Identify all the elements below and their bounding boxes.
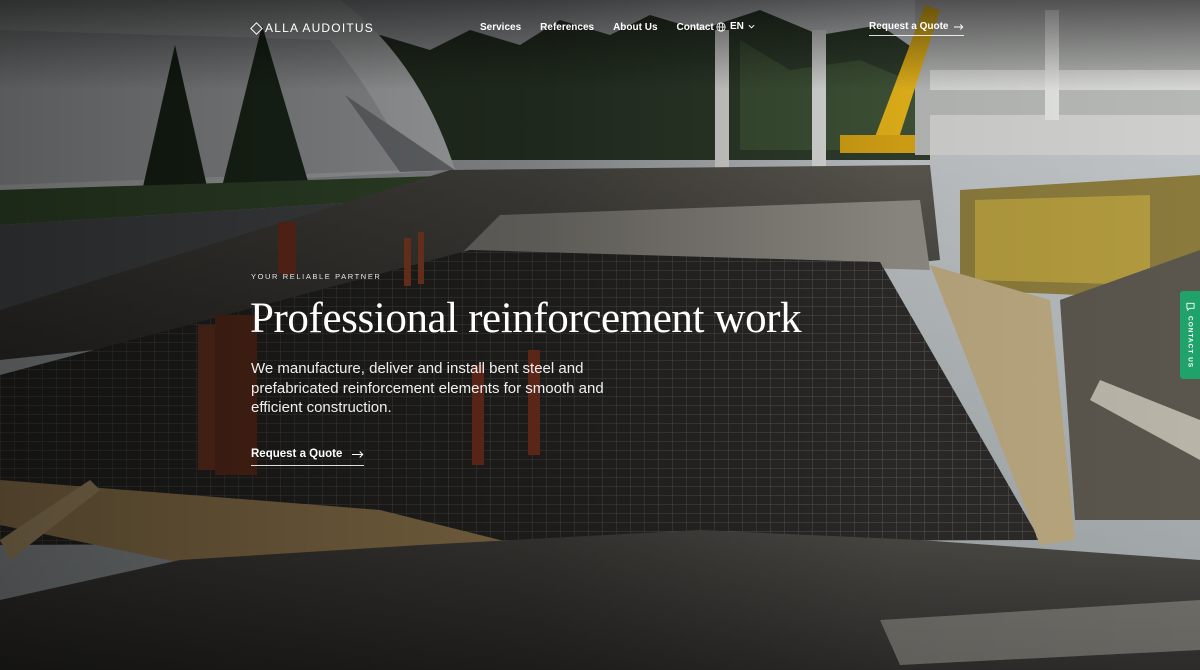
nav-item-about-us[interactable]: About Us — [613, 22, 657, 33]
language-label: EN — [730, 21, 744, 32]
hero-description: We manufacture, deliver and install bent… — [251, 360, 604, 416]
hero-request-quote-button[interactable]: Request a Quote — [251, 448, 365, 466]
site-header: ALLA AUDOITUS Services References About … — [0, 0, 1200, 58]
hero-request-quote-label: Request a Quote — [251, 448, 343, 460]
hero-eyebrow: YOUR RELIABLE PARTNER — [251, 272, 382, 281]
chat-icon — [1185, 302, 1195, 311]
nav-item-references[interactable]: References — [540, 22, 594, 33]
nav-item-services[interactable]: Services — [480, 22, 521, 33]
header-request-quote-label: Request a Quote — [869, 21, 949, 32]
site-logo[interactable]: ALLA AUDOITUS — [250, 20, 374, 36]
arrow-right-icon — [352, 450, 364, 458]
contact-us-label: CONTACT US — [1186, 315, 1194, 369]
chevron-down-icon — [748, 24, 755, 29]
contact-us-tab[interactable]: CONTACT US — [1180, 291, 1200, 379]
globe-icon — [716, 21, 726, 32]
arrow-right-icon — [954, 23, 964, 30]
main-nav: Services References About Us Contact — [480, 22, 714, 33]
nav-item-contact[interactable]: Contact — [677, 22, 714, 33]
language-selector[interactable]: EN — [716, 21, 755, 32]
hero-title: Professional reinforcement work — [250, 295, 802, 342]
header-request-quote-link[interactable]: Request a Quote — [869, 21, 965, 36]
logo-mark-icon — [250, 21, 263, 35]
logo-text: ALLA AUDOITUS — [265, 21, 374, 35]
